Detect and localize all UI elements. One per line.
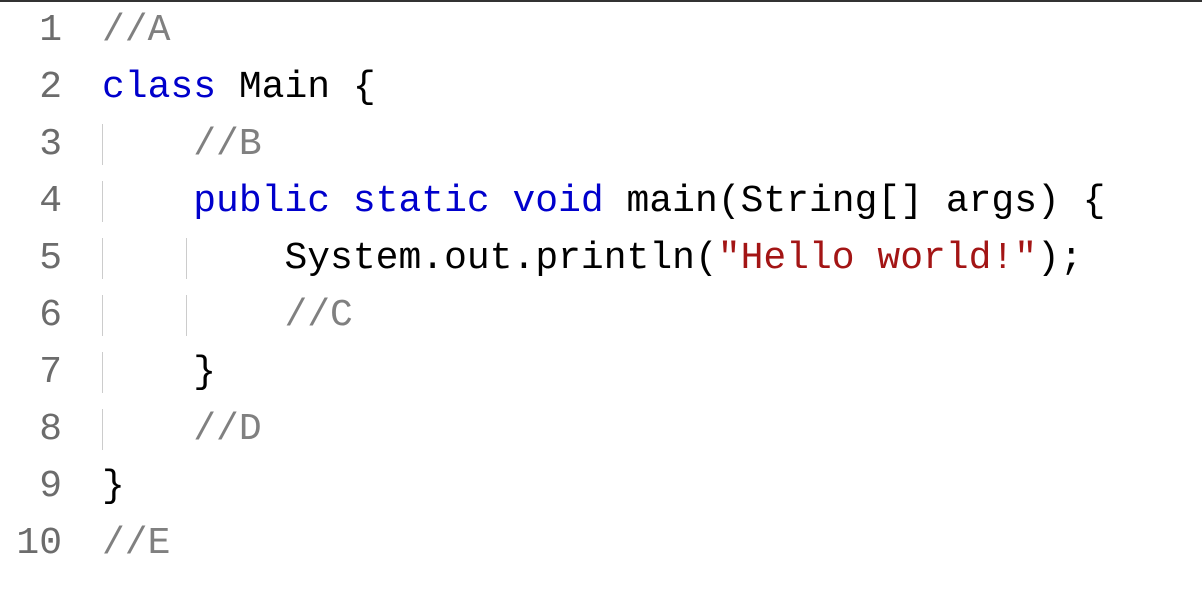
code-line[interactable]: //A <box>102 2 1202 59</box>
code-token: "Hello world!" <box>718 237 1037 280</box>
indent-guide <box>102 238 103 279</box>
code-token: . <box>513 237 536 280</box>
code-line[interactable]: //E <box>102 515 1202 572</box>
code-line[interactable]: } <box>102 344 1202 401</box>
code-token: } <box>193 351 216 394</box>
code-token: args <box>946 180 1037 223</box>
code-token: static <box>353 180 490 223</box>
line-number: 6 <box>0 287 62 344</box>
line-number-gutter: 12345678910 <box>0 2 72 596</box>
code-token: String <box>741 180 878 223</box>
code-token: out <box>444 237 512 280</box>
code-token: //C <box>284 294 352 337</box>
code-token: class <box>102 66 216 109</box>
line-number: 5 <box>0 230 62 287</box>
code-token: System <box>284 237 421 280</box>
code-line[interactable]: //C <box>102 287 1202 344</box>
code-token <box>490 180 513 223</box>
code-token: //E <box>102 522 170 565</box>
indent-guide <box>102 124 103 165</box>
code-token <box>216 66 239 109</box>
line-number: 8 <box>0 401 62 458</box>
code-line[interactable]: //B <box>102 116 1202 173</box>
line-number: 3 <box>0 116 62 173</box>
indent-guide <box>102 409 103 450</box>
code-area[interactable]: //A class Main { //B public static void m… <box>72 2 1202 596</box>
code-line[interactable]: public static void main(String[] args) { <box>102 173 1202 230</box>
code-token: main <box>627 180 718 223</box>
code-token: { <box>330 66 376 109</box>
code-token: //D <box>193 408 261 451</box>
indent-guide <box>102 181 103 222</box>
code-token: public <box>193 180 330 223</box>
code-token: } <box>102 465 125 508</box>
indent-guide <box>102 352 103 393</box>
indent-guide <box>186 238 187 279</box>
code-token: void <box>513 180 604 223</box>
code-token: //A <box>102 9 170 52</box>
code-token: //B <box>193 123 261 166</box>
line-number: 1 <box>0 2 62 59</box>
line-number: 7 <box>0 344 62 401</box>
code-token: Main <box>239 66 330 109</box>
code-token <box>604 180 627 223</box>
indent-guide <box>102 295 103 336</box>
code-line[interactable]: } <box>102 458 1202 515</box>
code-token: ( <box>695 237 718 280</box>
code-line[interactable]: //D <box>102 401 1202 458</box>
code-token <box>330 180 353 223</box>
code-token: ) { <box>1037 180 1105 223</box>
code-line[interactable]: class Main { <box>102 59 1202 116</box>
code-token: ( <box>718 180 741 223</box>
code-token: [] <box>877 180 945 223</box>
line-number: 9 <box>0 458 62 515</box>
code-editor[interactable]: 12345678910 //A class Main { //B public s… <box>0 2 1202 596</box>
indent-guide <box>186 295 187 336</box>
code-token: ); <box>1037 237 1083 280</box>
line-number: 4 <box>0 173 62 230</box>
code-token: . <box>421 237 444 280</box>
line-number: 10 <box>0 515 62 572</box>
code-token: println <box>535 237 695 280</box>
line-number: 2 <box>0 59 62 116</box>
code-line[interactable]: System.out.println("Hello world!"); <box>102 230 1202 287</box>
